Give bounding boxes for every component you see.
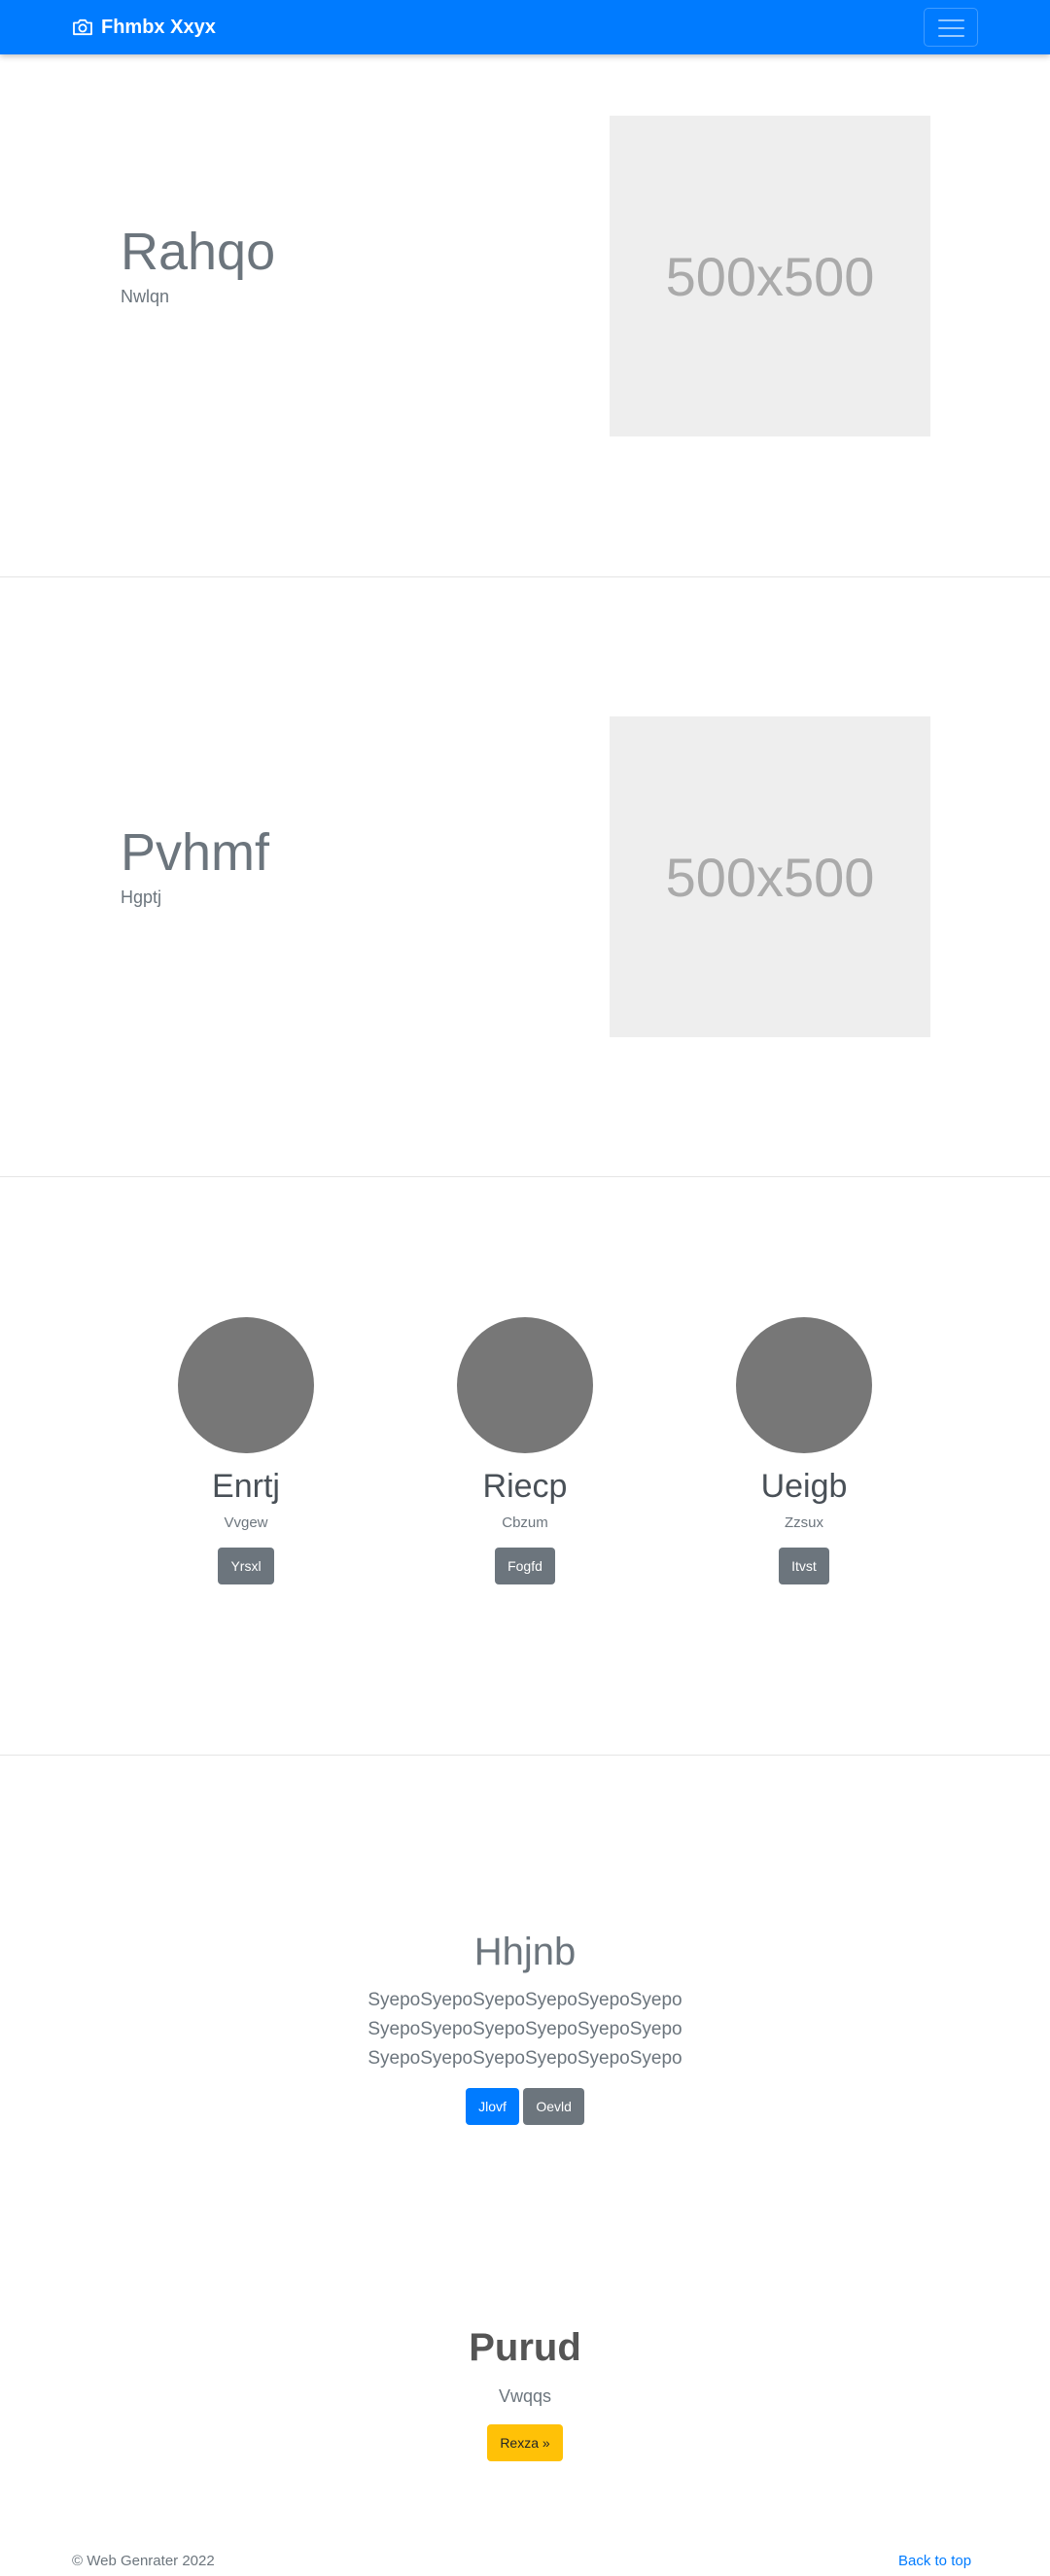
member-role: Cbzum	[502, 1514, 548, 1532]
feature-subtitle: Nwlqn	[121, 287, 170, 306]
jumbotron-title: Hhjnb	[473, 1931, 577, 1973]
section-divider	[0, 576, 1050, 577]
member-button[interactable]: Yrsxl	[218, 1548, 274, 1585]
cta-subtitle: Vwqqs	[498, 2386, 552, 2406]
hamburger-icon-bar	[938, 19, 964, 21]
navbar: Fhmbx Xxyx	[0, 0, 1050, 54]
feature-title: Pvhmf	[121, 823, 270, 882]
avatar	[178, 1317, 314, 1453]
section-divider	[0, 1176, 1050, 1177]
member-name: Ueigb	[760, 1468, 848, 1505]
placeholder-image: 500x500	[610, 716, 930, 1037]
avatar	[457, 1317, 593, 1453]
team-member: Enrtj Vvgew Yrsxl	[139, 1317, 353, 1585]
brand-link[interactable]: Fhmbx Xxyx	[72, 15, 216, 40]
avatar	[736, 1317, 872, 1453]
cta-section: Purud Vwqqs Rexza »	[0, 2326, 1050, 2461]
back-to-top-link[interactable]: Back to top	[898, 2553, 971, 2569]
member-name: Enrtj	[212, 1468, 280, 1505]
section-divider	[0, 1755, 1050, 1756]
camera-icon	[73, 18, 92, 36]
placeholder-label: 500x500	[665, 846, 875, 908]
footer-copyright: © Web Genrater 2022	[72, 2553, 215, 2569]
jumbotron-line: SyepoSyepoSyepoSyepoSyepoSyepo	[368, 1990, 682, 2010]
placeholder-image: 500x500	[610, 116, 930, 436]
member-button[interactable]: Itvst	[779, 1548, 829, 1585]
member-button[interactable]: Fogfd	[495, 1548, 555, 1585]
menu-toggle-button[interactable]	[924, 8, 978, 47]
member-role: Vvgew	[224, 1514, 268, 1532]
jumbotron-text: SyepoSyepoSyepoSyepoSyepoSyepo SyepoSyep…	[0, 1986, 1050, 2073]
team-member: Riecp Cbzum Fogfd	[418, 1317, 632, 1585]
jumbotron-buttons: Jlovf Oevld	[0, 2088, 1050, 2125]
brand-name: Fhmbx Xxyx	[101, 16, 216, 38]
feature-subtitle: Hgptj	[121, 888, 162, 907]
primary-button[interactable]: Jlovf	[466, 2088, 519, 2125]
hamburger-icon-bar	[938, 27, 964, 29]
placeholder-label: 500x500	[665, 245, 875, 307]
member-name: Riecp	[482, 1468, 568, 1505]
hamburger-icon-bar	[938, 35, 964, 37]
jumbotron: Hhjnb SyepoSyepoSyepoSyepoSyepoSyepo Sye…	[0, 1931, 1050, 2125]
secondary-button[interactable]: Oevld	[523, 2088, 584, 2125]
jumbotron-line: SyepoSyepoSyepoSyepoSyepoSyepo	[368, 2019, 682, 2039]
cta-title: Purud	[469, 2326, 581, 2369]
cta-button[interactable]: Rexza »	[487, 2424, 563, 2461]
jumbotron-line: SyepoSyepoSyepoSyepoSyepoSyepo	[368, 2048, 682, 2069]
member-role: Zzsux	[784, 1514, 823, 1532]
feature-title: Rahqo	[121, 223, 276, 281]
team-member: Ueigb Zzsux Itvst	[697, 1317, 911, 1585]
